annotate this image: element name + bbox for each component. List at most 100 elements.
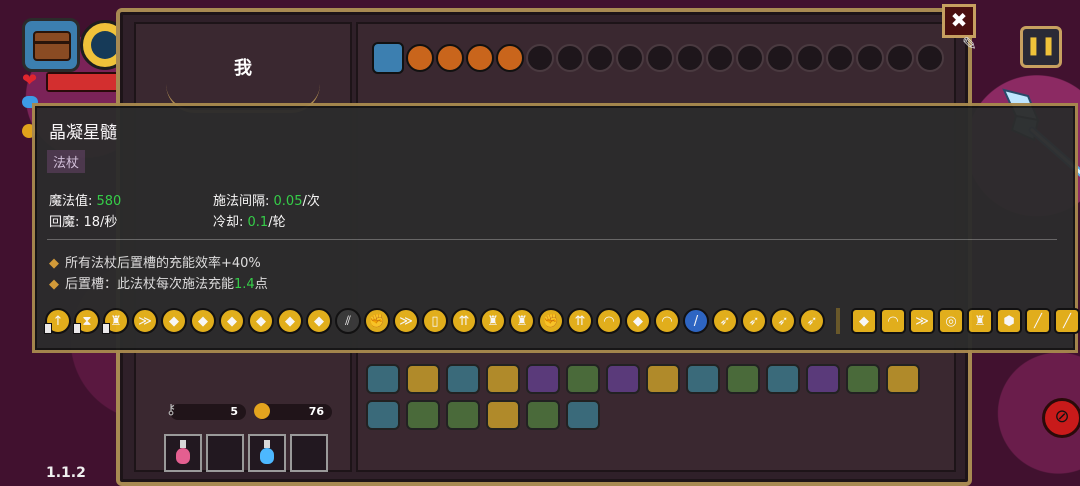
spell-slot[interactable] — [556, 44, 584, 72]
spell-card[interactable] — [526, 364, 560, 394]
spell-icon[interactable]: ◆ — [248, 308, 274, 334]
cooldown-stat: 冷却: 0.1/轮 — [213, 215, 286, 230]
spell-icon[interactable]: ◠ — [880, 308, 906, 334]
spell-icon[interactable]: ◠ — [654, 308, 680, 334]
spell-slot[interactable] — [766, 44, 794, 72]
spell-card[interactable] — [726, 364, 760, 394]
spell-icon[interactable]: ╱ — [1054, 308, 1080, 334]
spell-icon[interactable]: ♜ — [967, 308, 993, 334]
spell-icon[interactable]: ◆ — [306, 308, 332, 334]
wand-spell-sequence: ↑ ⧗ ♜ ≫ ◆ ◆ ◆ ◆ ◆ ◆ ⫽ ✊ ≫ ▯ ⇈ ♜ ♜ ✊ ⇈ ◠ … — [44, 306, 1080, 336]
key-icon: ⚷ — [166, 402, 177, 418]
spell-slot[interactable] — [856, 44, 884, 72]
spell-slot[interactable] — [526, 44, 554, 72]
mana-regen-stat: 回魔: 18/秒 — [49, 215, 118, 230]
spell-icon[interactable]: ╱ — [1025, 308, 1051, 334]
spell-slot[interactable] — [616, 44, 644, 72]
spell-slot[interactable] — [496, 44, 524, 72]
spell-card[interactable] — [486, 364, 520, 394]
pink-potion-icon — [176, 440, 190, 464]
heart-icon: ❤ — [22, 70, 38, 91]
spell-icon[interactable]: ⫽ — [335, 308, 361, 334]
spell-icon[interactable]: / — [683, 308, 709, 334]
post-slot-separator — [836, 308, 840, 334]
spell-card[interactable] — [406, 364, 440, 394]
spell-icon[interactable]: ◆ — [219, 308, 245, 334]
spell-icon[interactable]: ↑ — [44, 308, 71, 334]
edit-icon[interactable]: ✎ — [962, 34, 986, 58]
key-counter: ⚷ 5 — [166, 402, 246, 420]
spell-slot[interactable] — [676, 44, 704, 72]
spell-card[interactable] — [886, 364, 920, 394]
spell-icon[interactable]: ⇈ — [567, 308, 593, 334]
spell-icon[interactable]: ◆ — [851, 308, 877, 334]
pause-button[interactable]: ❚❚ — [1020, 26, 1062, 68]
spell-slot[interactable] — [826, 44, 854, 72]
spell-card[interactable] — [566, 364, 600, 394]
wand-slot[interactable] — [372, 42, 404, 74]
spell-icon[interactable]: ◆ — [161, 308, 187, 334]
spell-icon[interactable]: ◆ — [277, 308, 303, 334]
spell-slot[interactable] — [796, 44, 824, 72]
spell-icon[interactable]: ▯ — [422, 308, 448, 334]
spell-card[interactable] — [646, 364, 680, 394]
spell-icon[interactable]: ≫ — [393, 308, 419, 334]
spell-icon[interactable]: ⧗ — [73, 308, 100, 334]
wand-tooltip: 晶凝星髓 法杖 魔法值: 580 回魔: 18/秒 施法间隔: 0.05/次 冷… — [32, 103, 1080, 353]
spell-slot[interactable] — [706, 44, 734, 72]
inventory-slot[interactable] — [206, 434, 244, 472]
spell-slot[interactable] — [646, 44, 674, 72]
spell-icon[interactable]: ✊ — [538, 308, 564, 334]
spell-icon[interactable]: ≫ — [132, 308, 158, 334]
spell-icon[interactable]: ◆ — [625, 308, 651, 334]
spell-icon[interactable]: ♜ — [509, 308, 535, 334]
spell-icon[interactable]: ⬢ — [996, 308, 1022, 334]
spell-slot[interactable] — [406, 44, 434, 72]
spell-icon[interactable]: ♜ — [480, 308, 506, 334]
inventory-slot[interactable] — [290, 434, 328, 472]
close-button[interactable]: ✖ — [942, 4, 976, 38]
spell-card[interactable] — [566, 400, 600, 430]
spell-card[interactable] — [366, 364, 400, 394]
spell-icon[interactable]: ⇈ — [451, 308, 477, 334]
spell-card[interactable] — [446, 400, 480, 430]
spell-card[interactable] — [526, 400, 560, 430]
spell-icon[interactable]: ➶ — [770, 308, 796, 334]
spell-card[interactable] — [766, 364, 800, 394]
spell-card[interactable] — [606, 364, 640, 394]
chest-slot[interactable] — [22, 18, 80, 72]
inventory-slot[interactable] — [164, 434, 202, 472]
cast-interval-stat: 施法间隔: 0.05/次 — [213, 194, 320, 209]
spell-icon[interactable]: ♜ — [102, 308, 129, 334]
spell-card[interactable] — [686, 364, 720, 394]
damage-indicator-icon[interactable]: ⊘ — [1042, 398, 1080, 438]
spell-icon[interactable]: ◠ — [596, 308, 622, 334]
spell-slot[interactable] — [466, 44, 494, 72]
spell-slot[interactable] — [436, 44, 464, 72]
spell-icon[interactable]: ➶ — [741, 308, 767, 334]
inventory-slot[interactable] — [248, 434, 286, 472]
chest-icon — [33, 31, 71, 61]
spell-storage — [366, 364, 946, 430]
spell-card[interactable] — [366, 400, 400, 430]
health-bar — [46, 72, 124, 92]
spell-icon[interactable]: ✊ — [364, 308, 390, 334]
spell-card[interactable] — [406, 400, 440, 430]
spell-slot[interactable] — [586, 44, 614, 72]
spell-icon[interactable]: ◆ — [190, 308, 216, 334]
spell-icon[interactable]: ➶ — [712, 308, 738, 334]
spell-slot[interactable] — [886, 44, 914, 72]
spell-card[interactable] — [846, 364, 880, 394]
wand-name: 晶凝星髓 — [49, 123, 117, 143]
coin-counter: 76 — [254, 403, 332, 420]
spell-card[interactable] — [806, 364, 840, 394]
spell-slot[interactable] — [736, 44, 764, 72]
version-label: 1.1.2 — [46, 465, 86, 481]
spell-slot[interactable] — [916, 44, 944, 72]
spell-icon[interactable]: ◎ — [938, 308, 964, 334]
effect-line: ◆ 后置槽：此法杖每次施法充能1.4点 — [49, 277, 268, 292]
spell-card[interactable] — [486, 400, 520, 430]
spell-icon[interactable]: ➶ — [799, 308, 825, 334]
spell-icon[interactable]: ≫ — [909, 308, 935, 334]
spell-card[interactable] — [446, 364, 480, 394]
